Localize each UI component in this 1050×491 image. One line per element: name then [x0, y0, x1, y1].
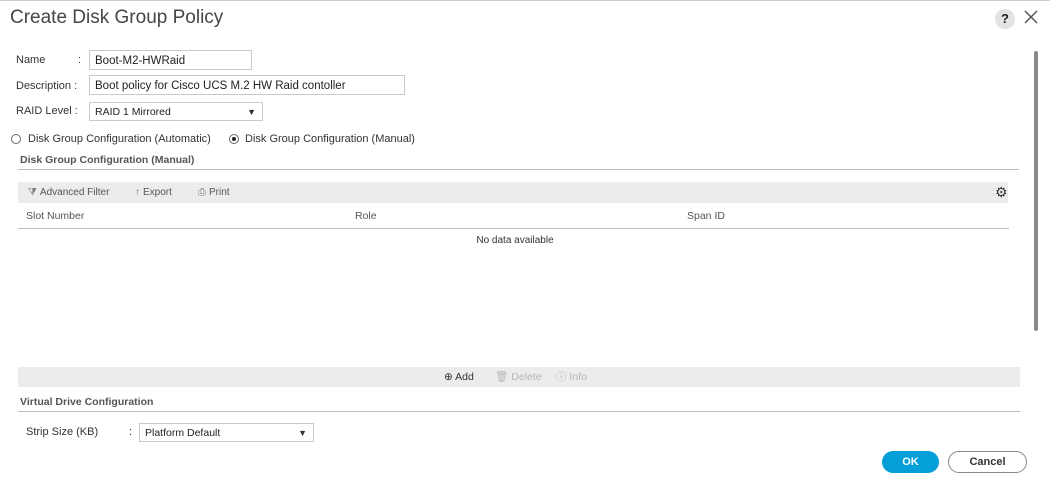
name-colon: : [78, 54, 82, 66]
export-icon: ↑ [135, 187, 140, 198]
info-label: Info [569, 371, 587, 383]
print-icon: ⎙ [198, 187, 206, 198]
table-action-bar: ⊕ Add 🗑 Delete ⓘ Info [18, 367, 1020, 387]
chevron-down-icon: ▼ [247, 107, 256, 117]
virtual-drive-divider [18, 411, 1020, 412]
filter-icon: ⧩ [28, 187, 37, 198]
print-label: Print [209, 187, 230, 198]
cancel-button[interactable]: Cancel [948, 451, 1027, 473]
column-header-span-id[interactable]: Span ID [687, 210, 725, 222]
add-button[interactable]: ⊕ Add [444, 367, 474, 387]
strip-size-select[interactable]: Platform Default ▼ [139, 423, 314, 442]
delete-label: Delete [511, 371, 542, 383]
scrollbar-thumb[interactable] [1034, 51, 1038, 331]
description-label: Description : [16, 80, 78, 92]
add-icon: ⊕ [444, 371, 453, 383]
export-button[interactable]: ↑ Export [135, 182, 172, 203]
raid-level-label: RAID Level : [16, 105, 78, 117]
export-label: Export [143, 187, 172, 198]
raid-level-value: RAID 1 Mirrored [95, 106, 171, 118]
info-icon: ⓘ [556, 371, 567, 383]
delete-icon: 🗑 [495, 371, 509, 383]
delete-button[interactable]: 🗑 Delete [495, 367, 542, 387]
config-manual-label: Disk Group Configuration (Manual) [245, 133, 415, 145]
name-input[interactable]: Boot-M2-HWRaid [89, 50, 252, 70]
description-input[interactable]: Boot policy for Cisco UCS M.2 HW Raid co… [89, 75, 405, 95]
radio-config-manual[interactable] [229, 134, 239, 144]
column-header-role[interactable]: Role [355, 210, 377, 222]
chevron-down-icon: ▼ [298, 428, 307, 438]
strip-size-value: Platform Default [145, 427, 221, 439]
table-empty-message: No data available [476, 235, 554, 246]
config-automatic-label: Disk Group Configuration (Automatic) [28, 133, 211, 145]
column-header-slot-number[interactable]: Slot Number [26, 210, 84, 222]
help-icon[interactable]: ? [995, 9, 1015, 29]
dialog-title: Create Disk Group Policy [10, 7, 224, 28]
info-button[interactable]: ⓘ Info [556, 367, 587, 387]
radio-config-automatic[interactable] [11, 134, 21, 144]
advanced-filter-button[interactable]: ⧩ Advanced Filter [28, 182, 109, 203]
dialog-scrollbar[interactable] [1032, 46, 1040, 491]
name-label: Name [16, 54, 46, 66]
advanced-filter-label: Advanced Filter [39, 187, 110, 198]
virtual-drive-section-title: Virtual Drive Configuration [20, 396, 154, 408]
table-header-divider [18, 228, 1009, 229]
ok-button[interactable]: OK [882, 451, 939, 473]
create-disk-group-policy-dialog: Create Disk Group Policy ? Name : Boot-M… [0, 0, 1050, 491]
table-toolbar: ⧩ Advanced Filter ↑ Export ⎙ Print [18, 182, 1008, 203]
gear-icon[interactable]: ⚙ [995, 184, 1008, 201]
add-label: Add [455, 371, 474, 383]
raid-level-select[interactable]: RAID 1 Mirrored ▼ [89, 102, 263, 121]
print-button[interactable]: ⎙ Print [198, 182, 230, 203]
section-divider [18, 169, 1019, 170]
strip-size-colon: : [129, 426, 133, 438]
strip-size-label: Strip Size (KB) [26, 426, 99, 438]
close-icon[interactable] [1020, 6, 1042, 28]
manual-section-title: Disk Group Configuration (Manual) [20, 154, 195, 166]
